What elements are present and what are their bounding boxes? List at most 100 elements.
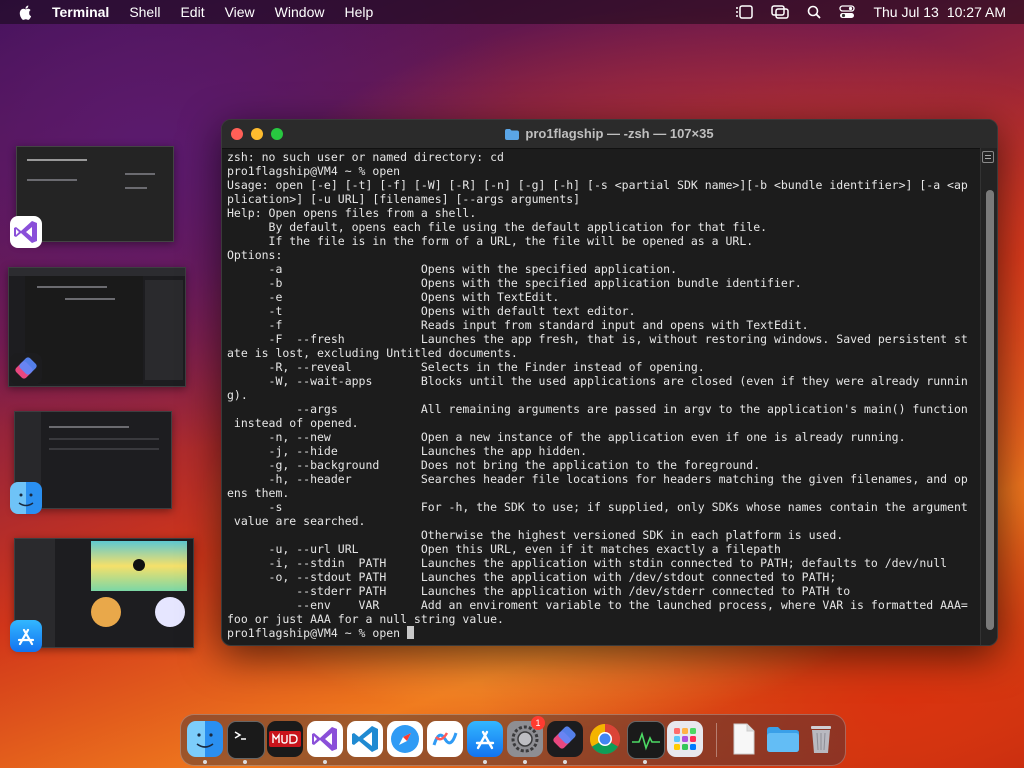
thumbnail-text-line (49, 438, 159, 440)
terminal-line: -W, --wait-apps Blocks until the used ap… (227, 374, 968, 388)
dock: 1 (180, 714, 846, 766)
terminal-line: -f Reads input from standard input and o… (227, 318, 809, 332)
terminal-line: Help: Open opens files from a shell. (227, 206, 477, 220)
terminal-line: plication>] [-u URL] [filenames] [--args… (227, 192, 581, 206)
text-cursor (407, 626, 415, 639)
menu-edit[interactable]: Edit (180, 4, 204, 20)
terminal-line: Usage: open [-e] [-t] [-f] [-W] [-R] [-n… (227, 178, 968, 192)
running-indicator (523, 760, 527, 764)
terminal-line: instead of opened. (227, 416, 359, 430)
menu-shell[interactable]: Shell (129, 4, 160, 20)
thumbnail-side-pane (145, 280, 183, 380)
dock-safari-icon[interactable] (387, 721, 423, 757)
terminal-line: -e Opens with TextEdit. (227, 290, 560, 304)
terminal-window[interactable]: pro1flagship — -zsh — 107×35 zsh: no suc… (221, 119, 998, 646)
scrollbar-thumb[interactable] (986, 190, 994, 630)
menu-app-name[interactable]: Terminal (52, 4, 109, 20)
thumbnail-text-line (27, 179, 77, 181)
terminal-line: foo or just AAA for a null string value. (227, 612, 504, 626)
running-indicator (483, 760, 487, 764)
dock-document-icon[interactable] (725, 721, 761, 757)
dock-vscode-icon[interactable] (347, 721, 383, 757)
visual-studio-icon[interactable] (10, 216, 42, 248)
terminal-prompt: pro1flagship@VM4 ~ % open (227, 626, 408, 640)
shortcuts-icon[interactable] (10, 353, 42, 385)
stage-manager-icon[interactable] (735, 5, 754, 19)
notification-badge: 1 (531, 716, 545, 730)
apple-menu-icon[interactable] (18, 4, 34, 20)
dock-launchpad-icon[interactable] (667, 721, 703, 757)
terminal-line: pro1flagship@VM4 ~ % open (227, 164, 401, 178)
thumbnail-text-line (49, 426, 129, 428)
dock-mud-icon[interactable] (267, 721, 303, 757)
terminal-line: --stderr PATH Launches the application w… (227, 584, 851, 598)
thumbnail-main-pane (25, 276, 143, 384)
terminal-line: -t Opens with default text editor. (227, 304, 636, 318)
terminal-line: -s For -h, the SDK to use; if supplied, … (227, 500, 968, 514)
terminal-line: -a Opens with the specified application. (227, 262, 678, 276)
running-indicator (203, 760, 207, 764)
thumbnail-text-line (27, 159, 87, 161)
terminal-line: -i, --stdin PATH Launches the applicatio… (227, 556, 948, 570)
screen-mirroring-icon[interactable] (771, 5, 790, 19)
terminal-line: -F --fresh Launches the app fresh, that … (227, 332, 968, 346)
terminal-output[interactable]: zsh: no such user or named directory: cd… (227, 150, 979, 640)
dock-visual-studio-icon[interactable] (307, 721, 343, 757)
menu-bar: Terminal Shell Edit View Window Help Thu… (0, 0, 1024, 24)
terminal-line: --env VAR Add an enviroment variable to … (227, 598, 968, 612)
thumbnail-toolbar (9, 268, 185, 276)
dock-app-store-icon[interactable] (467, 721, 503, 757)
terminal-line: By default, opens each file using the de… (227, 220, 768, 234)
terminal-line: -R, --reveal Selects in the Finder inste… (227, 360, 705, 374)
vertical-scrollbar[interactable] (980, 148, 997, 645)
terminal-line: value are searched. (227, 514, 366, 528)
terminal-line: -u, --url URL Open this URL, even if it … (227, 542, 781, 556)
terminal-line: ate is lost, excluding Untitled document… (227, 346, 518, 360)
running-indicator (243, 760, 247, 764)
running-indicator (563, 760, 567, 764)
dock-freeform-icon[interactable] (427, 721, 463, 757)
thumbnail-artwork (155, 597, 185, 627)
finder-icon[interactable] (10, 482, 42, 514)
thumbnail-text-line (65, 298, 115, 300)
terminal-line: -j, --hide Launches the app hidden. (227, 444, 588, 458)
running-indicator (323, 760, 327, 764)
thumbnail-artwork (91, 597, 121, 627)
folder-icon (505, 129, 520, 141)
terminal-line: -h, --header Searches header file locati… (227, 472, 968, 486)
play-icon (133, 559, 145, 571)
control-center-icon[interactable] (839, 5, 856, 19)
menubar-time[interactable]: 10:27 AM (947, 4, 1006, 20)
menu-view[interactable]: View (225, 4, 255, 20)
menu-window[interactable]: Window (275, 4, 325, 20)
thumbnail-text-line (125, 173, 155, 175)
running-indicator (643, 760, 647, 764)
thumbnail-text-line (125, 187, 147, 189)
dock-activity-monitor-icon[interactable] (627, 721, 665, 759)
terminal-line: zsh: no such user or named directory: cd (227, 150, 504, 164)
terminal-line: -o, --stdout PATH Launches the applicati… (227, 570, 837, 584)
window-title: pro1flagship — -zsh — 107×35 (525, 126, 714, 141)
app-store-icon[interactable] (10, 620, 42, 652)
dock-shortcuts-icon[interactable] (547, 721, 583, 757)
menu-help[interactable]: Help (344, 4, 373, 20)
terminal-line: Otherwise the highest versioned SDK in e… (227, 528, 844, 542)
terminal-line: Options: (227, 248, 283, 262)
spotlight-search-icon[interactable] (807, 5, 822, 19)
terminal-line: ens them. (227, 486, 290, 500)
terminal-line: -b Opens with the specified application … (227, 276, 802, 290)
scroll-marker-icon[interactable] (982, 151, 994, 163)
terminal-line: -g, --background Does not bring the appl… (227, 458, 761, 472)
terminal-line: -n, --new Open a new instance of the app… (227, 430, 906, 444)
menubar-date[interactable]: Thu Jul 13 (873, 4, 938, 20)
terminal-line: If the file is in the form of a URL, the… (227, 234, 754, 248)
dock-downloads-folder-icon[interactable] (765, 721, 801, 757)
dock-terminal-icon[interactable] (227, 721, 265, 759)
dock-trash-icon[interactable] (803, 721, 839, 757)
thumbnail-text-line (49, 448, 159, 450)
dock-finder-icon[interactable] (187, 721, 223, 757)
terminal-titlebar[interactable]: pro1flagship — -zsh — 107×35 (222, 120, 997, 149)
dock-separator (716, 723, 717, 757)
dock-chrome-icon[interactable] (587, 721, 623, 757)
thumbnail-text-line (37, 286, 107, 288)
